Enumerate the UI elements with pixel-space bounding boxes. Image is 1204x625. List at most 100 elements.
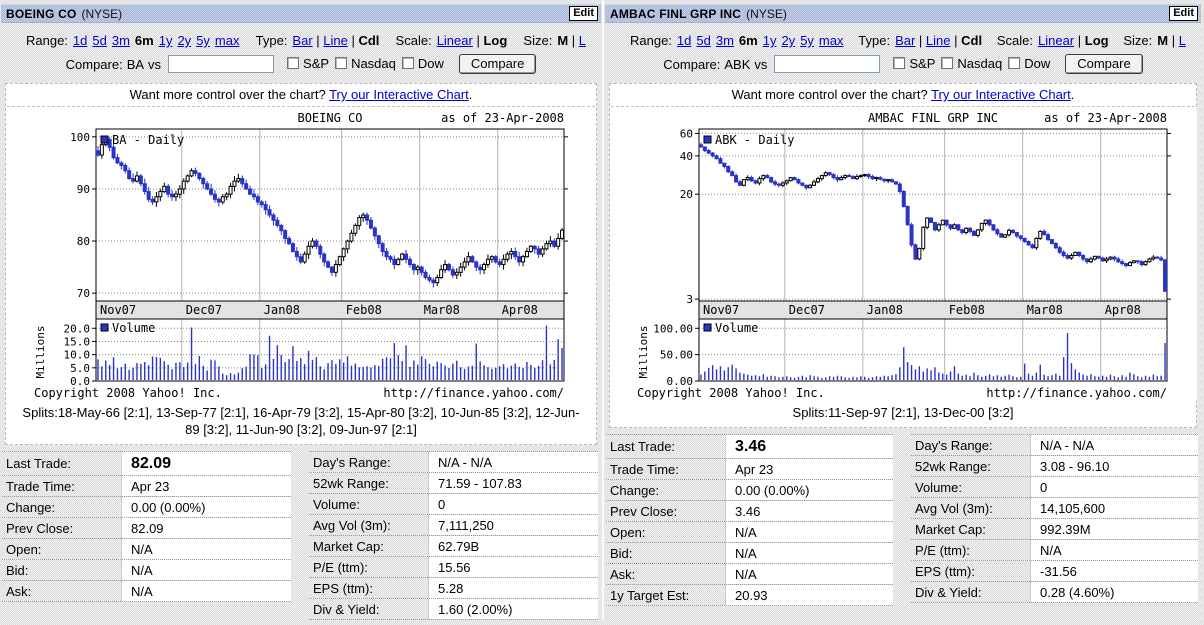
quote-row: Bid: N/A xyxy=(2,560,291,581)
checkbox-icon[interactable] xyxy=(287,57,299,69)
svg-text:100: 100 xyxy=(70,131,90,144)
svg-text:Mar08: Mar08 xyxy=(424,303,460,317)
size-group: Size:ML xyxy=(1123,33,1186,48)
range-option-link[interactable]: 1y xyxy=(763,33,777,48)
range-option-link[interactable]: 5y xyxy=(196,33,210,48)
quote-value: 0 xyxy=(1031,477,1198,497)
svg-text:Volume: Volume xyxy=(112,321,155,335)
checkbox-icon[interactable] xyxy=(941,57,953,69)
index-checkbox-option[interactable]: Dow xyxy=(402,56,444,71)
checkbox-icon[interactable] xyxy=(893,57,905,69)
range-group: Range:1d5d3m6m1y2y5ymax xyxy=(630,33,843,48)
size-options: ML xyxy=(1157,33,1186,48)
compare-symbol-input[interactable] xyxy=(168,55,274,73)
quote-value: 20.93 xyxy=(726,585,893,605)
panel-header: AMBAC FINL GRP INC (NYSE) Edit xyxy=(605,4,1201,23)
interactive-chart-link[interactable]: Try our Interactive Chart xyxy=(329,87,469,102)
index-checkbox-option[interactable]: Nasdaq xyxy=(941,56,1002,71)
size-option-link[interactable]: L xyxy=(1179,33,1186,48)
index-checkbox-option[interactable]: Nasdaq xyxy=(335,56,396,71)
quote-label: Bid: xyxy=(606,543,726,563)
svg-text:Jan08: Jan08 xyxy=(867,303,903,317)
type-group: Type:BarLineCdl xyxy=(858,33,982,48)
index-checkbox-option[interactable]: S&P xyxy=(287,56,329,71)
interactive-chart-link[interactable]: Try our Interactive Chart xyxy=(931,87,1071,102)
edit-button[interactable]: Edit xyxy=(1169,6,1198,21)
svg-text:Mar08: Mar08 xyxy=(1027,303,1063,317)
type-label: Type: xyxy=(256,33,288,48)
compare-symbol: ABK xyxy=(724,57,750,72)
quote-label: 52wk Range: xyxy=(911,456,1031,476)
quote-label: EPS (ttm): xyxy=(911,561,1031,581)
dual-quote-page: BOEING CO (NYSE) Edit Range:1d5d3m6m1y2y… xyxy=(0,0,1204,620)
quote-row: Prev Close: 82.09 xyxy=(2,518,291,539)
range-option-link[interactable]: 3m xyxy=(716,33,734,48)
quote-row: EPS (ttm): 5.28 xyxy=(309,578,598,599)
type-option-link[interactable]: Line xyxy=(926,33,961,48)
range-option-link[interactable]: max xyxy=(819,33,844,48)
svg-text:60: 60 xyxy=(680,127,693,140)
size-options: ML xyxy=(557,33,586,48)
quote-label: Market Cap: xyxy=(911,519,1031,539)
quote-row: P/E (ttm): N/A xyxy=(911,540,1198,561)
range-option-link[interactable]: 5y xyxy=(800,33,814,48)
compare-label: Compare: xyxy=(663,57,720,72)
index-checkbox-option[interactable]: Dow xyxy=(1008,56,1050,71)
quote-row: 52wk Range: 3.08 - 96.10 xyxy=(911,456,1198,477)
size-group: Size:ML xyxy=(523,33,586,48)
quote-value: N/A - N/A xyxy=(1031,435,1198,455)
type-group: Type:BarLineCdl xyxy=(256,33,380,48)
range-option-link[interactable]: 2y xyxy=(781,33,795,48)
range-option-link[interactable]: 1d xyxy=(677,33,691,48)
quote-value: 3.08 - 96.10 xyxy=(1031,456,1198,476)
index-checkboxes: S&P Nasdaq Dow xyxy=(887,56,1050,73)
quote-value: N/A xyxy=(122,581,291,601)
compare-button[interactable]: Compare xyxy=(1065,54,1142,74)
quote-value: 0.00 (0.00%) xyxy=(726,480,893,500)
svg-text:10.0: 10.0 xyxy=(64,349,91,362)
scale-option-link[interactable]: Linear xyxy=(1038,33,1085,48)
quote-value: 1.60 (2.00%) xyxy=(429,599,598,619)
promo-line: Want more control over the chart? Try ou… xyxy=(7,84,595,107)
quote-table: Last Trade: 3.46 Trade Time: Apr 23 Chan… xyxy=(606,434,1198,606)
range-option-link[interactable]: 1d xyxy=(73,33,87,48)
range-option-link[interactable]: max xyxy=(215,33,240,48)
compare-vs-label: vs xyxy=(754,57,767,72)
quote-label: Avg Vol (3m): xyxy=(911,498,1031,518)
svg-text:5.0: 5.0 xyxy=(70,362,90,375)
range-option-link[interactable]: 3m xyxy=(112,33,130,48)
stock-exchange: (NYSE) xyxy=(81,7,122,21)
quote-value: 0 xyxy=(429,494,598,514)
range-option-link[interactable]: 5d xyxy=(696,33,710,48)
price-volume-chart: Nov07Dec07Jan08Feb08Mar08Apr081009080702… xyxy=(8,109,594,401)
checkbox-icon[interactable] xyxy=(402,57,414,69)
checkbox-icon[interactable] xyxy=(335,57,347,69)
quote-label: Div & Yield: xyxy=(911,582,1031,602)
quote-row: Day's Range: N/A - N/A xyxy=(309,452,598,473)
index-checkbox-option[interactable]: S&P xyxy=(893,56,935,71)
stock-title: BOEING CO xyxy=(6,7,76,21)
type-option-link[interactable]: Line xyxy=(323,33,358,48)
quote-row: Volume: 0 xyxy=(911,477,1198,498)
quote-value: N/A xyxy=(122,539,291,559)
scale-options: LinearLog xyxy=(437,33,508,48)
checkbox-icon[interactable] xyxy=(1008,57,1020,69)
scale-group: Scale:LinearLog xyxy=(396,33,508,48)
quote-row: Div & Yield: 1.60 (2.00%) xyxy=(309,599,598,620)
compare-symbol-input[interactable] xyxy=(774,55,880,73)
compare-button[interactable]: Compare xyxy=(459,54,536,74)
range-option-link[interactable]: 1y xyxy=(159,33,173,48)
range-option-link[interactable]: 2y xyxy=(177,33,191,48)
quote-row: Trade Time: Apr 23 xyxy=(2,476,291,497)
promo-line: Want more control over the chart? Try ou… xyxy=(611,84,1195,107)
size-option-link[interactable]: L xyxy=(579,33,586,48)
svg-text:20: 20 xyxy=(680,188,693,201)
range-option-link[interactable]: 5d xyxy=(92,33,106,48)
checkbox-label: Dow xyxy=(418,56,444,71)
edit-button[interactable]: Edit xyxy=(569,6,598,21)
type-option-link[interactable]: Bar xyxy=(895,33,926,48)
scale-option-link[interactable]: Linear xyxy=(437,33,484,48)
svg-text:90: 90 xyxy=(77,183,90,196)
quote-value: Apr 23 xyxy=(726,459,893,479)
type-option-link[interactable]: Bar xyxy=(292,33,323,48)
